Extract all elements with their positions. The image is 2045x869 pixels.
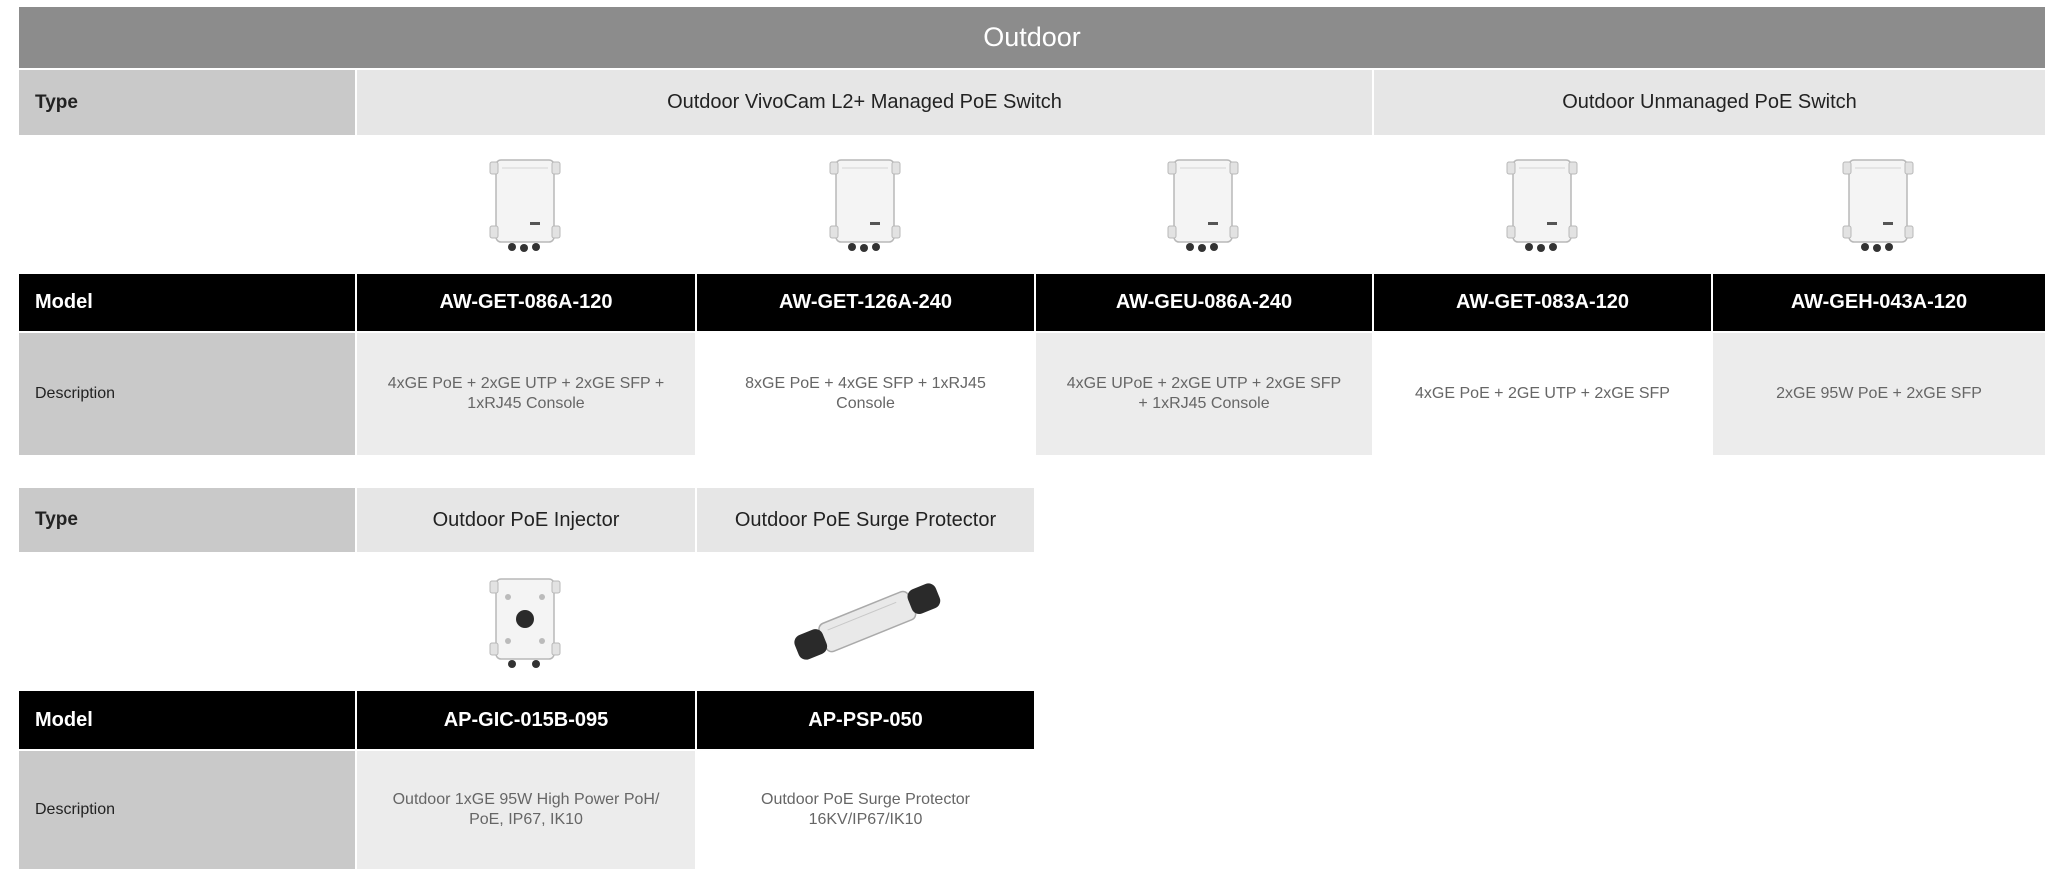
description-aw-geu-086a-240: 4xGE UPoE + 2xGE UTP + 2xGE SFP + 1xRJ45… xyxy=(1036,333,1372,455)
product-image-ap-psp-050 xyxy=(697,567,1034,675)
description-aw-get-126a-240: 8xGE PoE + 4xGE SFP + 1xRJ45 Console xyxy=(697,333,1034,455)
type-row-label: Type xyxy=(19,70,355,135)
product-image-aw-get-083a-120 xyxy=(1374,150,1711,258)
product-image-aw-geh-043a-120 xyxy=(1713,150,2045,258)
type-header-surge-protector: Outdoor PoE Surge Protector xyxy=(697,488,1034,552)
page-title: Outdoor xyxy=(19,7,2045,68)
outdoor-switch-enclosure-icon xyxy=(1842,159,1914,252)
outdoor-switch-enclosure-icon xyxy=(829,159,900,252)
model-aw-get-083a-120: AW-GET-083A-120 xyxy=(1374,274,1711,331)
model-aw-geh-043a-120: AW-GEH-043A-120 xyxy=(1713,274,2045,331)
model-row-label: Model xyxy=(19,274,355,331)
model-aw-get-126a-240: AW-GET-126A-240 xyxy=(697,274,1034,331)
surge-protector-icon xyxy=(793,583,940,660)
product-image-aw-get-086a-120 xyxy=(357,150,695,258)
description-row-label-2: Description xyxy=(19,751,355,869)
outdoor-switch-enclosure-icon xyxy=(489,159,561,252)
description-aw-get-083a-120: 4xGE PoE + 2GE UTP + 2xGE SFP xyxy=(1374,333,1711,455)
model-ap-gic-015b-095: AP-GIC-015B-095 xyxy=(357,691,695,749)
description-aw-get-086a-120: 4xGE PoE + 2xGE UTP + 2xGE SFP + 1xRJ45 … xyxy=(357,333,695,455)
type-header-poe-injector: Outdoor PoE Injector xyxy=(357,488,695,552)
product-image-aw-geu-086a-240 xyxy=(1036,150,1372,258)
model-ap-psp-050: AP-PSP-050 xyxy=(697,691,1034,749)
poe-injector-icon xyxy=(489,578,561,668)
description-aw-geh-043a-120: 2xGE 95W PoE + 2xGE SFP xyxy=(1713,333,2045,455)
description-row-label: Description xyxy=(19,333,355,455)
type-header-unmanaged-switch: Outdoor Unmanaged PoE Switch xyxy=(1374,70,2045,135)
type-row-label-2: Type xyxy=(19,488,355,552)
outdoor-switch-enclosure-icon xyxy=(1167,159,1239,252)
outdoor-switch-enclosure-icon xyxy=(1506,159,1577,252)
model-aw-get-086a-120: AW-GET-086A-120 xyxy=(357,274,695,331)
model-aw-geu-086a-240: AW-GEU-086A-240 xyxy=(1036,274,1372,331)
description-ap-psp-050: Outdoor PoE Surge Protector 16KV/IP67/IK… xyxy=(697,751,1034,869)
model-row-label-2: Model xyxy=(19,691,355,749)
product-image-ap-gic-015b-095 xyxy=(357,567,695,675)
product-image-aw-get-126a-240 xyxy=(697,150,1034,258)
type-header-managed-switch: Outdoor VivoCam L2+ Managed PoE Switch xyxy=(357,70,1372,135)
description-ap-gic-015b-095: Outdoor 1xGE 95W High Power PoH/ PoE, IP… xyxy=(357,751,695,869)
